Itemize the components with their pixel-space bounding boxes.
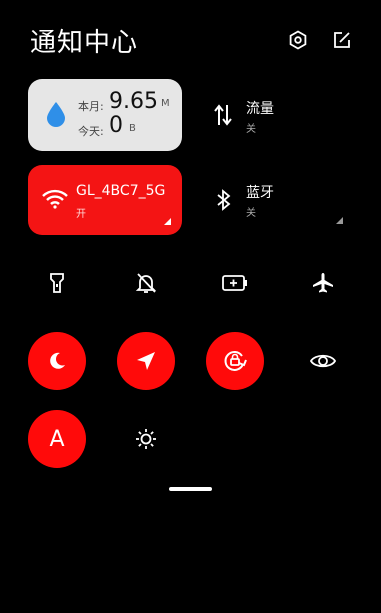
brightness-icon xyxy=(136,429,156,449)
bluetooth-title: 蓝牙 xyxy=(246,185,274,201)
auto-rotate-icon xyxy=(224,351,247,371)
bluetooth-expand-corner[interactable] xyxy=(336,217,343,224)
home-indicator[interactable] xyxy=(169,487,212,491)
water-drop-icon xyxy=(46,101,66,131)
wifi-icon xyxy=(42,189,68,213)
brightness-toggle[interactable] xyxy=(117,410,175,468)
airplane-icon xyxy=(313,273,333,293)
today-unit: B xyxy=(129,123,136,134)
page-title: 通知中心 xyxy=(30,28,139,58)
auto-brightness-icon: A xyxy=(49,426,65,452)
auto-brightness-toggle[interactable]: A xyxy=(28,410,86,468)
location-toggle[interactable] xyxy=(117,332,175,390)
mobile-data-toggle[interactable]: 流量 关 xyxy=(206,96,356,140)
bluetooth-status: 关 xyxy=(246,208,256,219)
edit-icon[interactable] xyxy=(330,28,354,52)
eye-comfort-toggle[interactable] xyxy=(294,332,352,390)
flashlight-icon xyxy=(50,273,64,293)
mobile-data-icon xyxy=(214,104,232,130)
today-label: 今天: xyxy=(78,125,104,138)
battery-saver-icon xyxy=(222,275,247,291)
airplane-toggle[interactable] xyxy=(294,254,352,312)
wifi-expand-corner[interactable] xyxy=(164,218,171,225)
dark-mode-toggle[interactable] xyxy=(28,332,86,390)
wifi-toggle[interactable]: GL_4BC7_5G 开 xyxy=(28,165,182,235)
battery-saver-toggle[interactable] xyxy=(206,254,264,312)
month-value: 9.65 xyxy=(109,89,158,114)
flashlight-toggle[interactable] xyxy=(28,254,86,312)
month-unit: M xyxy=(161,98,170,109)
wifi-status: 开 xyxy=(76,209,86,220)
bluetooth-toggle[interactable]: 蓝牙 关 xyxy=(206,180,356,230)
eye-icon xyxy=(310,354,336,368)
month-label: 本月: xyxy=(78,100,104,113)
data-usage-card[interactable]: 本月: 9.65 M 今天: 0 B xyxy=(28,79,182,151)
location-icon xyxy=(137,352,155,370)
today-value: 0 xyxy=(109,113,123,138)
bluetooth-icon xyxy=(217,189,231,215)
mobile-data-status: 关 xyxy=(246,124,256,135)
mute-icon xyxy=(135,273,157,293)
auto-rotate-toggle[interactable] xyxy=(206,332,264,390)
mute-toggle[interactable] xyxy=(117,254,175,312)
settings-icon[interactable] xyxy=(286,28,310,52)
dark-mode-icon xyxy=(50,352,65,369)
wifi-name: GL_4BC7_5G xyxy=(76,183,166,199)
mobile-data-title: 流量 xyxy=(246,101,274,117)
